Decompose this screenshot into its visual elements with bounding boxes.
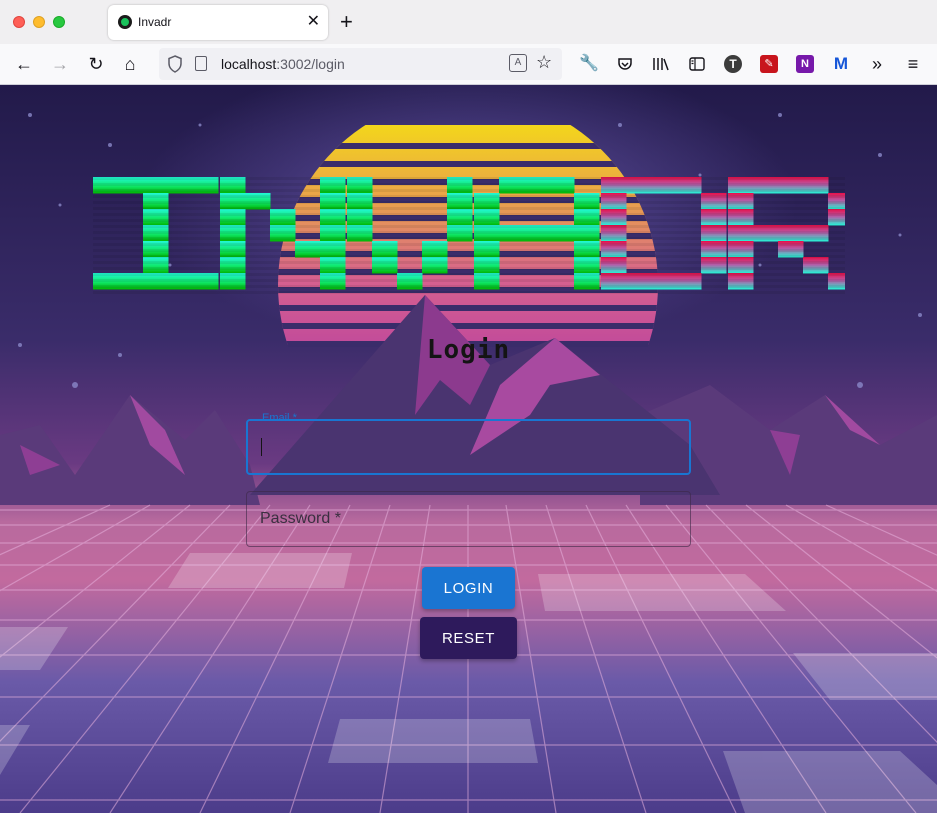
sidebar-icon[interactable]	[686, 53, 708, 75]
reload-icon[interactable]: ↻	[84, 52, 108, 76]
logo-scanlines	[92, 177, 845, 295]
home-icon[interactable]: ⌂	[118, 52, 142, 76]
url-text[interactable]: localhost:3002/login	[221, 56, 345, 72]
forward-icon[interactable]: →	[48, 52, 72, 76]
lastpass-icon[interactable]: ✎	[760, 55, 778, 73]
login-button[interactable]: LOGIN	[422, 567, 515, 609]
window-maximize-button[interactable]	[53, 16, 65, 28]
malwarebytes-icon[interactable]: M	[830, 53, 852, 75]
page-content: Login Email * Password * LOGIN RESET	[0, 85, 937, 813]
star-icon[interactable]: ☆	[536, 52, 552, 73]
invadr-logo-art	[92, 177, 845, 295]
password-field[interactable]: Password *	[246, 491, 691, 547]
translate-icon[interactable]: A	[509, 54, 527, 72]
t-extension-icon[interactable]: T	[724, 55, 742, 73]
onenote-icon[interactable]: N	[796, 55, 814, 73]
overflow-icon[interactable]: »	[866, 53, 888, 75]
tab-close-icon[interactable]: ✕	[307, 12, 320, 32]
tab-title: Invadr	[138, 15, 172, 29]
window-close-button[interactable]	[13, 16, 25, 28]
new-tab-button[interactable]: +	[340, 10, 353, 34]
page-info-icon[interactable]	[195, 56, 207, 71]
reset-button[interactable]: RESET	[420, 617, 517, 659]
login-heading: Login	[426, 335, 511, 365]
browser-tab[interactable]: Invadr ✕	[108, 5, 328, 40]
window-minimize-button[interactable]	[33, 16, 45, 28]
browser-titlebar: Invadr ✕ +	[0, 0, 937, 44]
shield-icon[interactable]	[167, 55, 183, 73]
wrench-icon[interactable]: 🔧	[578, 53, 600, 75]
invadr-favicon-icon	[118, 15, 132, 29]
url-bar[interactable]: localhost:3002/login A ☆	[159, 48, 562, 80]
browser-navbar: ← → ↻ ⌂ localhost:3002/login A ☆ 🔧 T ✎ N…	[0, 44, 937, 85]
email-input[interactable]	[248, 421, 689, 473]
password-input[interactable]	[247, 492, 690, 546]
invadr-logo	[0, 177, 937, 295]
email-field[interactable]: Email *	[246, 412, 691, 475]
menu-icon[interactable]: ≡	[902, 53, 924, 75]
library-icon[interactable]	[650, 53, 672, 75]
pocket-icon[interactable]	[614, 53, 636, 75]
back-icon[interactable]: ←	[12, 52, 36, 76]
